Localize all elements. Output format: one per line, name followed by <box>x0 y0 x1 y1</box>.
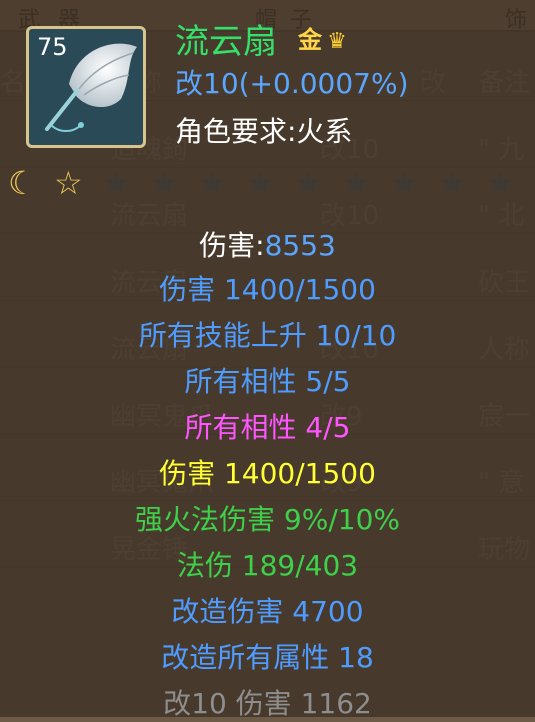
star-icon: ★ <box>150 164 179 202</box>
star-icon: ★ <box>102 164 131 202</box>
item-badges: 金 ♛ <box>298 20 347 55</box>
star-icon: ★ <box>390 164 419 202</box>
stat-line: 所有相性 4/5 <box>184 411 351 444</box>
role-requirement: 角色要求:火系 <box>175 115 353 148</box>
upgrade-level: 改10(+0.0007%) <box>175 67 409 100</box>
stat-line: 强火法伤害 9%/10% <box>135 503 400 536</box>
damage-line: 伤害:8553 <box>0 224 535 264</box>
item-level: 75 <box>37 33 68 61</box>
stat-line: 所有技能上升 10/10 <box>138 319 397 352</box>
star-icon: ★ <box>198 164 227 202</box>
star-rating: ☾ ☆ ★ ★ ★ ★ ★ ★ ★ ★ ★ <box>8 164 535 202</box>
damage-label: 伤害: <box>199 229 265 262</box>
item-name: 流云扇 <box>175 22 277 62</box>
crown-icon: ♛ <box>327 29 347 54</box>
stat-line: 改10 伤害 1162 <box>163 687 372 720</box>
stat-line: 改造伤害 4700 <box>171 595 364 628</box>
moon-icon: ☾ <box>8 164 37 202</box>
star-icon: ★ <box>294 164 323 202</box>
star-icon: ★ <box>438 164 467 202</box>
stat-line: 伤害 1400/1500 <box>159 273 376 306</box>
damage-value: 8553 <box>264 229 336 262</box>
star-icon: ☆ <box>54 164 83 202</box>
stat-line: 所有相性 5/5 <box>184 365 351 398</box>
stat-line: 法伤 189/403 <box>176 549 359 582</box>
stat-line: 伤害 1400/1500 <box>159 457 376 490</box>
gold-badge: 金 <box>298 26 322 54</box>
star-icon: ★ <box>486 164 515 202</box>
star-icon: ★ <box>246 164 275 202</box>
star-icon: ★ <box>342 164 371 202</box>
item-slot: 75 <box>26 26 146 148</box>
item-tooltip: 75 流云扇 金 ♛ 改10(+0.0007%) 角色要求:火系 ☾ ☆ ★ ★ ★ ★ ★… <box>0 0 535 720</box>
stat-line: 改造所有属性 18 <box>161 641 374 674</box>
